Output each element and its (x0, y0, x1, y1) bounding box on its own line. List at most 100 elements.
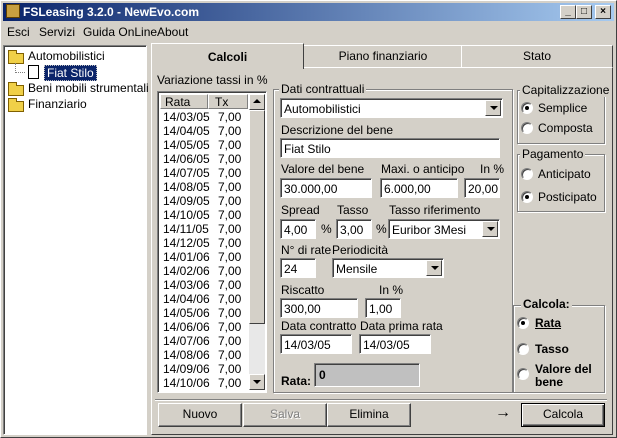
calcola-button[interactable]: Calcola (521, 403, 605, 427)
descrizione-field[interactable]: Fiat Stilo (280, 138, 500, 158)
tasso-option-label[interactable]: Tasso (535, 342, 569, 356)
close-button[interactable]: × (595, 5, 611, 19)
tab-piano-finanziario[interactable]: Piano finanziario (303, 45, 463, 67)
periodicita-select[interactable]: Mensile (332, 258, 444, 278)
rate-value: 7,00 (218, 334, 242, 348)
table-row[interactable]: 14/08/06 7,00 (162, 349, 248, 362)
rate-date: 14/10/06 (163, 376, 210, 390)
spread-field[interactable]: 4,00 (280, 219, 316, 239)
valore-bene-option-label[interactable]: Valore del (535, 362, 592, 376)
tasso-riferimento-select[interactable]: Euribor 3Mesi (388, 219, 500, 239)
table-row[interactable]: 14/10/06 7,00 (162, 377, 248, 390)
in-pct-field[interactable]: 20,00 (464, 178, 500, 198)
tasso-field[interactable]: 3,00 (336, 219, 372, 239)
valore-bene-option-label-2[interactable]: bene (535, 375, 563, 389)
tasso-pct-sign: % (376, 222, 387, 236)
column-header-rata[interactable]: Rata (160, 94, 208, 109)
salva-button[interactable]: Salva (243, 403, 327, 427)
document-icon (28, 65, 39, 79)
table-row[interactable]: 14/09/06 7,00 (162, 363, 248, 376)
composta-radio[interactable] (521, 122, 533, 134)
menu-esci[interactable]: Esci (7, 25, 30, 39)
tasso-radio[interactable] (517, 343, 529, 355)
valore-field[interactable]: 30.000,00 (280, 178, 372, 198)
table-row[interactable]: 14/06/06 7,00 (162, 321, 248, 334)
table-row[interactable]: 14/01/06 7,00 (162, 251, 248, 264)
anticipato-label[interactable]: Anticipato (538, 167, 591, 181)
minimize-button[interactable]: _ (560, 5, 576, 19)
nrate-field[interactable]: 24 (280, 258, 316, 278)
composta-label[interactable]: Composta (538, 121, 593, 135)
posticipato-radio[interactable] (521, 191, 533, 203)
table-row[interactable]: 14/07/05 7,00 (162, 167, 248, 180)
table-row[interactable]: 14/10/05 7,00 (162, 209, 248, 222)
table-row[interactable]: 14/06/05 7,00 (162, 153, 248, 166)
scroll-down-button[interactable] (249, 374, 265, 390)
semplice-radio[interactable] (521, 102, 533, 114)
rate-date: 14/07/05 (163, 166, 210, 180)
table-row[interactable]: 14/02/06 7,00 (162, 265, 248, 278)
table-row[interactable]: 14/09/05 7,00 (162, 195, 248, 208)
valore-bene-radio[interactable] (517, 368, 529, 380)
table-row[interactable]: 14/04/05 7,00 (162, 125, 248, 138)
riscatto-field[interactable]: 300,00 (280, 298, 358, 318)
tree-item-fiat-stilo[interactable]: Fiat Stilo (44, 65, 97, 81)
menu-servizi[interactable]: Servizi (39, 25, 75, 39)
table-row[interactable]: 14/08/05 7,00 (162, 181, 248, 194)
chevron-down-icon[interactable] (482, 221, 498, 237)
periodicita-value: Mensile (336, 262, 378, 276)
spread-label: Spread (281, 203, 320, 217)
scroll-thumb[interactable] (249, 110, 265, 324)
rata-option-label[interactable]: Rata (535, 316, 561, 330)
riscatto-pct-field[interactable]: 1,00 (365, 298, 401, 318)
table-row[interactable]: 14/03/05 7,00 (162, 111, 248, 124)
anticipo-field[interactable]: 6.000,00 (380, 178, 458, 198)
scroll-up-button[interactable] (249, 94, 265, 110)
chevron-down-icon[interactable] (426, 260, 442, 276)
chevron-down-icon[interactable] (485, 100, 501, 116)
column-header-tx[interactable]: Tx (208, 94, 248, 109)
table-row[interactable]: 14/12/05 7,00 (162, 237, 248, 250)
rate-date: 14/04/06 (163, 292, 210, 306)
table-row[interactable]: 14/03/06 7,00 (162, 279, 248, 292)
table-row[interactable]: 14/11/05 7,00 (162, 223, 248, 236)
table-row[interactable]: 14/05/05 7,00 (162, 139, 248, 152)
scrollbar[interactable] (249, 94, 265, 390)
periodicita-label: Periodicità (332, 243, 389, 257)
rates-table[interactable]: Rata Tx 14/03/05 7,00 14/04/05 7,00 14/05/05… (157, 91, 267, 393)
table-row[interactable]: 14/07/06 7,00 (162, 335, 248, 348)
elimina-button[interactable]: Elimina (327, 403, 411, 427)
menu-guida-online[interactable]: Guida OnLine (83, 25, 157, 39)
tree-item-finanziario[interactable]: Finanziario (28, 97, 87, 111)
category-select[interactable]: Automobilistici (280, 98, 503, 118)
tree-item-beni-mobili[interactable]: Beni mobili strumentali (28, 81, 149, 95)
descrizione-label: Descrizione del bene (281, 123, 394, 137)
tree-panel[interactable]: Automobilistici Fiat Stilo Beni mobili s… (3, 45, 149, 435)
separator (155, 399, 607, 401)
semplice-label[interactable]: Semplice (538, 101, 587, 115)
rate-value: 7,00 (218, 362, 242, 376)
posticipato-label[interactable]: Posticipato (538, 190, 597, 204)
tab-calcoli[interactable]: Calcoli (151, 43, 304, 69)
table-row[interactable]: 14/05/06 7,00 (162, 307, 248, 320)
rate-value: 7,00 (218, 152, 242, 166)
table-row[interactable]: 14/04/06 7,00 (162, 293, 248, 306)
rate-value: 7,00 (218, 124, 242, 138)
data-contratto-field[interactable]: 14/03/05 (280, 334, 352, 354)
riscatto-pct-label: In % (379, 283, 404, 297)
tree-connector (15, 72, 25, 73)
rate-date: 14/01/06 (163, 250, 210, 264)
rate-value: 7,00 (218, 348, 242, 362)
data-prima-rata-field[interactable]: 14/03/05 (359, 334, 431, 354)
maximize-button[interactable]: □ (576, 5, 592, 19)
anticipato-radio[interactable] (521, 168, 533, 180)
tab-stato[interactable]: Stato (461, 45, 613, 67)
title-bar[interactable]: FSLeasing 3.2.0 - NewEvo.com _ □ × (3, 3, 614, 21)
rates-rows: 14/03/05 7,00 14/04/05 7,00 14/05/05 7,00 14/0… (162, 111, 248, 391)
rata-radio[interactable] (517, 317, 529, 329)
spread-pct-sign: % (321, 222, 332, 236)
tree-item-automobilistici[interactable]: Automobilistici (28, 49, 105, 63)
menu-about[interactable]: About (157, 25, 188, 39)
data-contratto-label: Data contratto (281, 319, 357, 333)
nuovo-button[interactable]: Nuovo (158, 403, 242, 427)
